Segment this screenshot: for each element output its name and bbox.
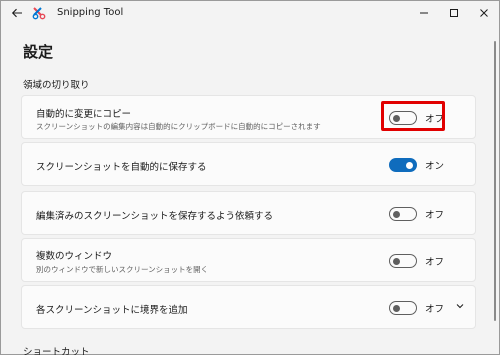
toggle-state-label: オフ	[425, 304, 445, 315]
multiple-windows-toggle[interactable]	[389, 254, 417, 268]
toggle-knob	[393, 304, 400, 312]
setting-ask-save: 編集済みのスクリーンショットを保存するよう依頼する オフ	[21, 191, 476, 235]
toggle-knob	[393, 210, 400, 218]
setting-title: 複数のウィンドウ	[36, 251, 113, 262]
minimize-button[interactable]	[409, 1, 439, 25]
back-button[interactable]	[9, 5, 25, 21]
setting-multiple-windows: 複数のウィンドウ 別のウィンドウで新しいスクリーンショットを開く オフ	[21, 238, 476, 282]
snipping-tool-icon	[32, 7, 46, 20]
setting-description: スクリーンショットの編集内容は自動的にクリップボードに自動的にコピーされます	[36, 122, 321, 131]
setting-title: スクリーンショットを自動的に保存する	[36, 162, 207, 173]
section-header-snipping: 領域の切り取り	[23, 80, 90, 91]
close-icon	[480, 9, 488, 17]
toggle-state-label: オン	[425, 161, 445, 172]
toggle-knob	[393, 257, 400, 265]
back-arrow-icon	[11, 8, 22, 18]
window-title: Snipping Tool	[57, 7, 124, 18]
settings-window: Snipping Tool 設定 領域の切り取り 自動的に変更にコピー スクリー…	[0, 0, 500, 355]
auto-save-toggle-group: オン	[389, 158, 444, 172]
toggle-state-label: オフ	[425, 257, 445, 268]
add-border-toggle[interactable]	[389, 301, 417, 315]
scrollbar[interactable]	[494, 41, 496, 321]
close-button[interactable]	[469, 1, 499, 25]
setting-title: 編集済みのスクリーンショットを保存するよう依頼する	[36, 211, 274, 222]
setting-description: 別のウィンドウで新しいスクリーンショットを開く	[36, 265, 209, 274]
maximize-button[interactable]	[439, 1, 469, 25]
highlight-annotation	[381, 101, 445, 131]
setting-title: 各スクリーンショットに境界を追加	[36, 305, 188, 316]
auto-save-toggle[interactable]	[389, 158, 417, 172]
setting-title: 自動的に変更にコピー	[36, 109, 132, 120]
add-border-toggle-group: オフ	[389, 301, 444, 315]
setting-add-border[interactable]: 各スクリーンショットに境界を追加 オフ	[21, 285, 476, 329]
window-controls	[409, 1, 499, 25]
toggle-knob	[406, 161, 413, 169]
multiple-windows-toggle-group: オフ	[389, 254, 444, 268]
ask-save-toggle-group: オフ	[389, 207, 444, 221]
minimize-icon	[420, 12, 428, 14]
toggle-state-label: オフ	[425, 210, 445, 221]
setting-auto-save: スクリーンショットを自動的に保存する オン	[21, 142, 476, 186]
section-header-shortcuts: ショートカット	[23, 347, 90, 355]
title-bar: Snipping Tool	[1, 1, 499, 25]
chevron-down-icon[interactable]	[455, 301, 465, 311]
page-title: 設定	[23, 43, 54, 61]
ask-save-toggle[interactable]	[389, 207, 417, 221]
maximize-icon	[450, 9, 458, 17]
